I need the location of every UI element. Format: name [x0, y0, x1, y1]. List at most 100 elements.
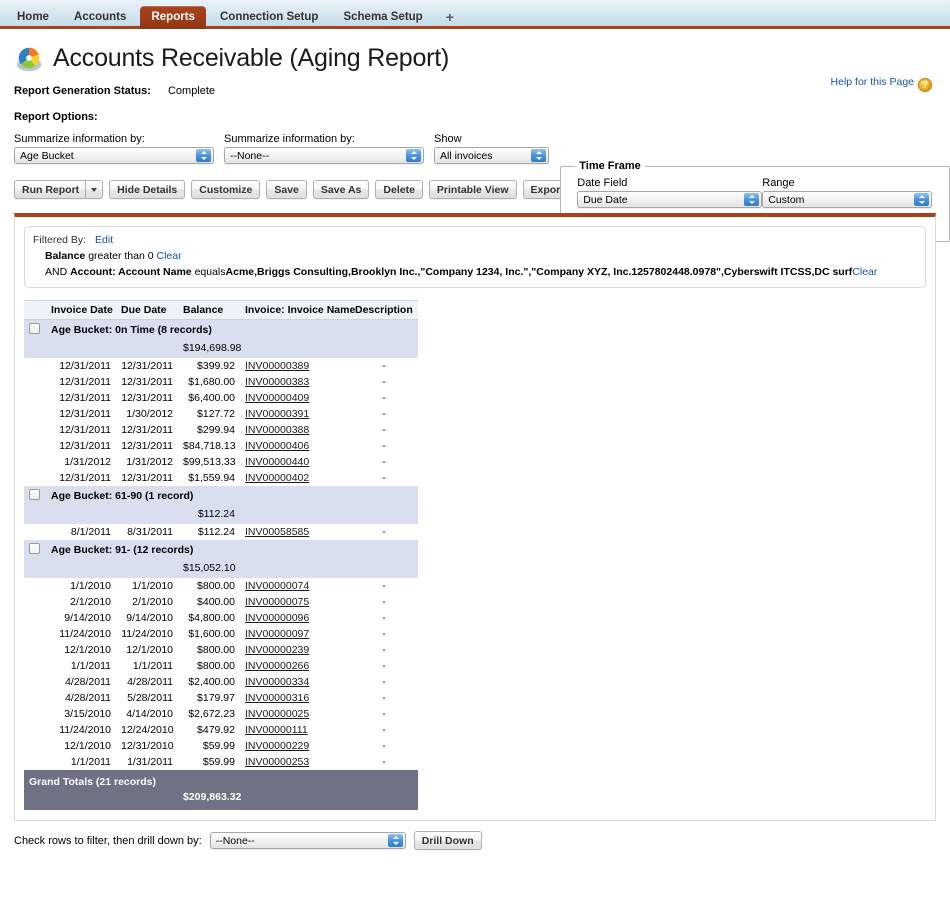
- tab-accounts[interactable]: Accounts: [63, 6, 137, 29]
- cell-balance: $2,400.00: [178, 674, 240, 691]
- drill-down-button[interactable]: Drill Down: [413, 831, 482, 850]
- cell-description: -: [350, 658, 418, 675]
- chevron-updown-icon[interactable]: [744, 192, 760, 206]
- cell-balance: $179.97: [178, 690, 240, 707]
- group-subtotal-spacer-4: [240, 506, 418, 525]
- chevron-updown-icon[interactable]: [531, 149, 546, 162]
- table-row: 12/31/2011 12/31/2011 $399.92 INV00000389-: [24, 358, 418, 375]
- cell-balance: $99,513.33: [178, 454, 240, 471]
- summarize-by-1-select[interactable]: Age Bucket: [14, 147, 214, 164]
- group-select-cell[interactable]: [24, 540, 46, 561]
- invoice-name-link[interactable]: INV00000111: [245, 724, 308, 736]
- customize-button[interactable]: Customize: [191, 180, 261, 199]
- invoice-name-link[interactable]: INV00000096: [245, 612, 309, 624]
- invoice-name-link[interactable]: INV00000097: [245, 628, 309, 640]
- invoice-name-link[interactable]: INV00000406: [245, 440, 309, 452]
- summarize-by-2-select[interactable]: --None--: [224, 147, 424, 164]
- show-select[interactable]: All invoices: [434, 147, 549, 164]
- report-data-table: Invoice Date Due Date Balance Invoice: I…: [24, 300, 418, 811]
- column-header-invoice-name[interactable]: Invoice: Invoice Name: [240, 300, 355, 321]
- date-field-select[interactable]: Due Date: [577, 190, 763, 208]
- tab-reports[interactable]: Reports: [140, 6, 206, 29]
- invoice-name-link[interactable]: INV00000075: [245, 596, 309, 608]
- printable-view-button[interactable]: Printable View: [428, 180, 517, 199]
- cell-invoice-date: 9/14/2010: [46, 610, 116, 627]
- delete-button[interactable]: Delete: [375, 180, 423, 199]
- tab-connection-setup[interactable]: Connection Setup: [209, 6, 329, 29]
- show-value: All invoices: [440, 150, 493, 162]
- table-header-row: Invoice Date Due Date Balance Invoice: I…: [24, 300, 418, 321]
- chevron-updown-icon[interactable]: [387, 834, 403, 847]
- group-label: Age Bucket: 0n Time (8 records): [46, 319, 418, 341]
- group-checkbox[interactable]: [29, 489, 40, 501]
- group-select-cell[interactable]: [24, 486, 46, 507]
- column-header-description[interactable]: Description: [350, 300, 418, 321]
- row-spacer-cell: [24, 658, 46, 675]
- cell-due-date: 1/1/2011: [116, 658, 178, 675]
- invoice-name-link[interactable]: INV00000440: [245, 456, 309, 468]
- invoice-name-link[interactable]: INV00000388: [245, 424, 309, 436]
- filter-criterion-2: AND Account: Account Name equalsAcme,Bri…: [33, 265, 917, 281]
- run-report-dropdown-toggle[interactable]: [85, 181, 102, 198]
- group-header-row: Age Bucket: 61-90 (1 record): [24, 486, 418, 507]
- group-checkbox[interactable]: [29, 323, 40, 335]
- group-subtotal-value: $194,698.98: [178, 340, 241, 359]
- invoice-name-link[interactable]: INV00000409: [245, 392, 309, 404]
- summarize-by-2-value: --None--: [230, 150, 270, 162]
- chevron-updown-icon[interactable]: [196, 149, 211, 162]
- invoice-name-link[interactable]: INV00000253: [245, 756, 309, 768]
- save-as-button[interactable]: Save As: [312, 180, 370, 199]
- cell-balance: $1,680.00: [178, 374, 240, 391]
- column-header-balance[interactable]: Balance: [178, 300, 240, 321]
- invoice-name-link[interactable]: INV00000391: [245, 408, 309, 420]
- invoice-name-link[interactable]: INV00000389: [245, 360, 309, 372]
- cell-balance: $127.72: [178, 406, 240, 423]
- time-frame-legend: Time Frame: [579, 160, 641, 172]
- row-spacer-cell: [24, 438, 46, 455]
- filter-1-condition: greater than 0: [88, 249, 154, 262]
- save-button[interactable]: Save: [266, 180, 307, 199]
- cell-balance: $800.00: [178, 642, 240, 659]
- hide-details-button[interactable]: Hide Details: [109, 180, 186, 199]
- question-mark-icon[interactable]: ?: [918, 78, 932, 92]
- group-checkbox[interactable]: [29, 543, 40, 555]
- table-row: 2/1/2010 2/1/2010 $400.00 INV00000075-: [24, 594, 418, 611]
- row-spacer-cell: [24, 470, 46, 487]
- invoice-name-link[interactable]: INV00000316: [245, 692, 309, 704]
- cell-invoice-date: 1/1/2010: [46, 578, 116, 595]
- summarize-by-1-group: Summarize information by: Age Bucket: [14, 133, 214, 164]
- grand-total-value-row: $209,863.32: [24, 791, 418, 811]
- group-select-cell[interactable]: [24, 319, 46, 341]
- invoice-name-link[interactable]: INV00000239: [245, 644, 309, 656]
- chevron-updown-icon[interactable]: [914, 192, 930, 206]
- group-subtotal-row: $194,698.98: [24, 340, 418, 359]
- tab-schema-setup[interactable]: Schema Setup: [332, 6, 433, 29]
- cell-description: -: [350, 690, 418, 707]
- column-header-due-date[interactable]: Due Date: [116, 300, 178, 321]
- filter-2-value: Acme,Briggs Consulting,Brooklyn Inc.,"Co…: [225, 265, 853, 278]
- filter-edit-link[interactable]: Edit: [95, 234, 113, 246]
- invoice-name-link[interactable]: INV00000383: [245, 376, 309, 388]
- table-row: 11/24/2010 12/24/2010 $479.92 INV00000111 -: [24, 722, 418, 739]
- tab-home[interactable]: Home: [6, 6, 60, 29]
- table-row: 12/31/2011 12/31/2011 $299.94 INV00000388-: [24, 422, 418, 439]
- filter-2-clear-link[interactable]: Clear: [852, 266, 877, 278]
- range-select[interactable]: Custom: [762, 190, 933, 208]
- invoice-name-link[interactable]: INV00000402: [245, 472, 309, 484]
- invoice-name-link[interactable]: INV00000025: [245, 708, 309, 720]
- help-for-this-page-link[interactable]: Help for this Page?: [831, 76, 932, 92]
- filter-1-field: Balance: [45, 249, 86, 262]
- tab-add-icon[interactable]: +: [437, 6, 463, 29]
- run-report-button[interactable]: Run Report: [14, 180, 104, 199]
- row-spacer-cell: [24, 642, 46, 659]
- column-header-invoice-date[interactable]: Invoice Date: [46, 300, 116, 321]
- invoice-name-link[interactable]: INV00000334: [245, 676, 309, 688]
- chevron-updown-icon[interactable]: [406, 149, 421, 162]
- filter-1-clear-link[interactable]: Clear: [157, 250, 182, 262]
- invoice-name-link[interactable]: INV00000266: [245, 660, 309, 672]
- invoice-name-link[interactable]: INV00000074: [245, 580, 309, 592]
- invoice-name-link[interactable]: INV00058585: [245, 526, 309, 538]
- drill-down-select[interactable]: --None--: [209, 832, 406, 849]
- cell-description: -: [350, 706, 418, 723]
- invoice-name-link[interactable]: INV00000229: [245, 740, 309, 752]
